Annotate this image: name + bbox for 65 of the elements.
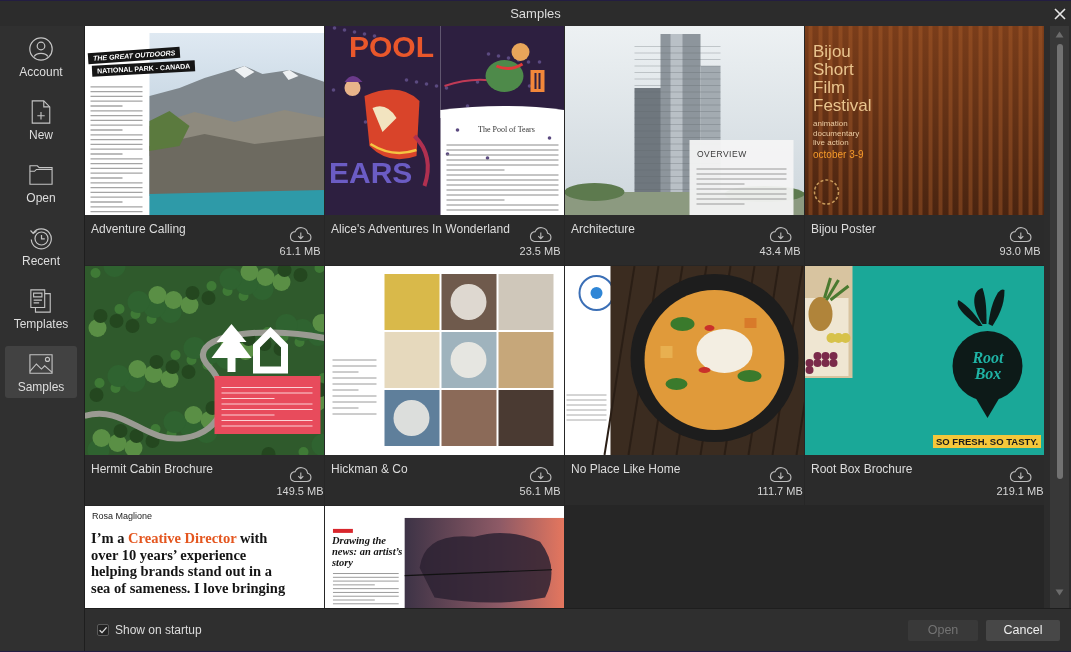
sample-card[interactable]: OVERVIEW Architecture 43.4 MB: [565, 26, 804, 265]
poster-title: Bijou Short Film Festival: [813, 43, 872, 115]
logo-text: Root Box: [971, 350, 1005, 382]
sample-name: Bijou Poster: [811, 221, 877, 237]
scrollbar-thumb[interactable]: [1056, 44, 1063, 479]
section-heading: OVERVIEW: [697, 149, 747, 159]
file-size: 149.5 MB: [276, 485, 324, 498]
sample-name: Adventure Calling: [91, 221, 187, 237]
sample-card[interactable]: Drawing the news: an artist’s story: [325, 506, 564, 608]
sample-card[interactable]: POOL EARS The Pool of Tears Alice's Adventures In Wonderland 23.5 MB: [325, 26, 564, 265]
checkbox[interactable]: [97, 624, 109, 636]
cloud-download-icon[interactable]: [287, 225, 313, 243]
file-size: 43.4 MB: [759, 245, 801, 258]
illustrated-lettering: POOL: [349, 30, 434, 64]
sample-card[interactable]: Hermit Cabin Brochure 149.5 MB: [85, 266, 324, 505]
cancel-button[interactable]: Cancel: [986, 619, 1060, 641]
sidebar-item[interactable]: Templates: [5, 283, 77, 335]
person-icon: [29, 36, 53, 61]
image-icon: [29, 351, 53, 376]
sample-name: Root Box Brochure: [811, 461, 914, 477]
sample-card[interactable]: Bijou Short Film Festival animation documentary live action october 3-9 Bijou Poster 93.0 MB: [805, 26, 1044, 265]
close-button[interactable]: [1053, 6, 1067, 21]
sample-card[interactable]: Rosa Maglione I’m a Creative Director with over 10 years’ experience helping brands stand out in a sea of sameness. I love bringing: [85, 506, 324, 608]
file-size: 219.1 MB: [996, 485, 1044, 498]
history-icon: [29, 225, 53, 250]
chapter-title: The Pool of Tears: [478, 125, 535, 135]
sample-name: Alice's Adventures In Wonderland: [331, 221, 511, 237]
article-title: Drawing the news: an artist’s story: [332, 535, 404, 568]
file-size: 61.1 MB: [279, 245, 321, 258]
cloud-download-icon[interactable]: [1007, 465, 1033, 483]
file-size: 56.1 MB: [519, 485, 561, 498]
cloud-download-icon[interactable]: [767, 225, 793, 243]
checkbox-label[interactable]: Show on startup: [115, 623, 202, 637]
cloud-download-icon[interactable]: [527, 465, 553, 483]
folder-icon: [29, 162, 53, 187]
sidebar-item[interactable]: Account: [5, 31, 77, 83]
window-title: Samples: [510, 6, 561, 21]
sidebar-item[interactable]: Samples: [5, 346, 77, 398]
sample-card[interactable]: Root Box SO FRESH. SO TASTY. Root Box Brochure 219.1 MB: [805, 266, 1044, 505]
stacked-pages-icon: [29, 288, 53, 313]
sidebar-item[interactable]: New: [5, 94, 77, 146]
sidebar-item[interactable]: Recent: [5, 220, 77, 272]
author-name: Rosa Maglione: [92, 511, 153, 522]
sample-name: Hickman & Co: [331, 461, 409, 477]
file-size: 111.7 MB: [757, 485, 803, 498]
sample-name: Hermit Cabin Brochure: [91, 461, 215, 477]
sample-name: No Place Like Home: [571, 461, 682, 477]
resume-headline: I’m a Creative Director with over 10 years’ experience helping brands stand out in a sea of sameness. I love bringing: [91, 530, 287, 597]
cloud-download-icon[interactable]: [1007, 225, 1033, 243]
sidebar-item[interactable]: Open: [5, 157, 77, 209]
file-size: 23.5 MB: [519, 245, 561, 258]
file-size: 93.0 MB: [999, 245, 1041, 258]
scrollbar[interactable]: [1050, 26, 1069, 608]
new-document-icon: [29, 99, 53, 124]
cloud-download-icon[interactable]: [527, 225, 553, 243]
close-icon: [1054, 7, 1066, 20]
poster-subtitle: animation documentary live action: [813, 119, 861, 148]
illustrated-lettering: EARS: [329, 156, 413, 190]
cloud-download-icon[interactable]: [287, 465, 313, 483]
cloud-download-icon[interactable]: [767, 465, 793, 483]
sample-card[interactable]: No Place Like Home 111.7 MB: [565, 266, 804, 505]
sample-name: Architecture: [571, 221, 637, 237]
slogan-banner: SO FRESH. SO TASTY.: [933, 435, 1042, 448]
sample-card[interactable]: Hickman & Co 56.1 MB: [325, 266, 564, 505]
poster-date: october 3-9: [813, 149, 864, 161]
